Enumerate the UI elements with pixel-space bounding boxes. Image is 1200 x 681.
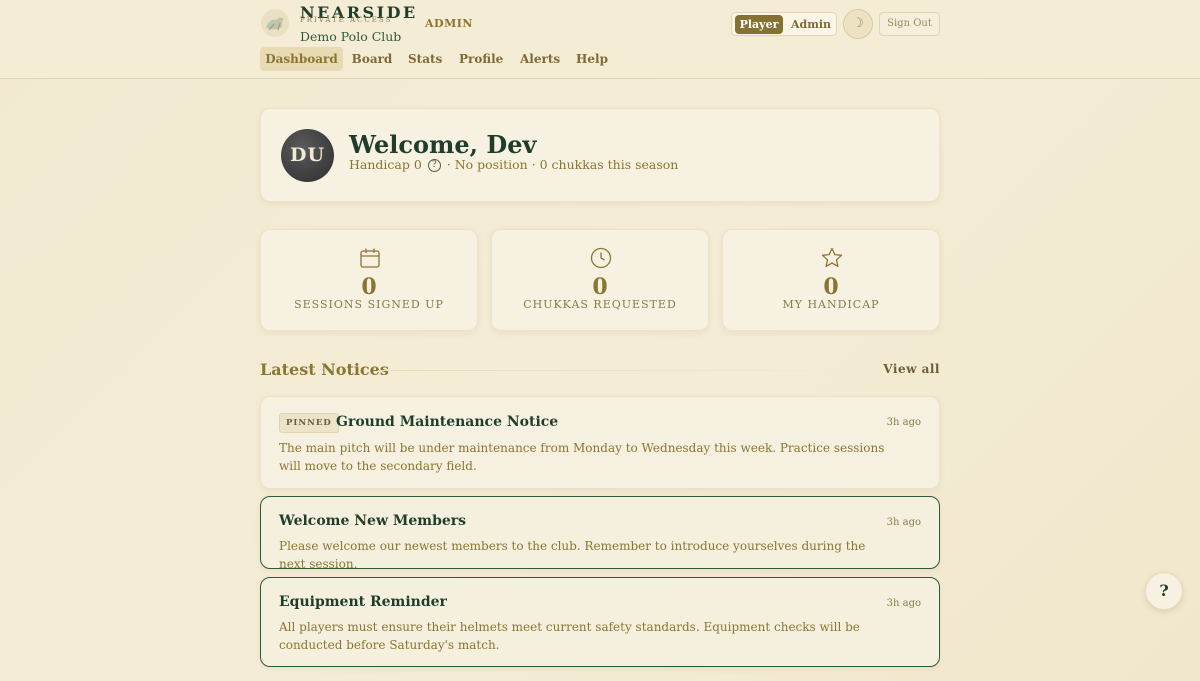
pinned-badge: PINNED <box>279 413 339 433</box>
nav-board[interactable]: Board <box>351 47 393 71</box>
nav-stats[interactable]: Stats <box>408 47 442 71</box>
welcome-card: DU Welcome, Dev Handicap 0 ? · No positi… <box>260 108 940 202</box>
stat-card-handicap[interactable]: 0 MY HANDICAP <box>722 229 940 331</box>
nav-alerts[interactable]: Alerts <box>520 47 560 71</box>
stat-label: MY HANDICAP <box>782 298 880 311</box>
moon-icon: ☽ <box>852 16 864 31</box>
avatar: DU <box>281 129 334 182</box>
star-icon <box>821 247 843 268</box>
view-all-link[interactable]: View all <box>880 362 940 376</box>
stat-value: 0 <box>592 274 608 300</box>
summary-rest: · No position · 0 chukkas this season <box>446 157 679 172</box>
handicap-help-icon[interactable]: ? <box>427 159 441 172</box>
theme-toggle-button[interactable]: ☽ <box>843 9 873 39</box>
brand-subtitle: PRIVATE ACCESS <box>300 16 393 24</box>
role-admin-button[interactable]: Admin <box>788 15 834 34</box>
handicap-text: Handicap 0 <box>349 157 422 172</box>
stat-label: CHUKKAS REQUESTED <box>523 298 677 311</box>
notice-time: 3h ago <box>886 598 921 609</box>
notice-body: Please welcome our newest members to the… <box>279 539 866 571</box>
nav-help[interactable]: Help <box>576 47 608 71</box>
stat-label: SESSIONS SIGNED UP <box>294 298 444 311</box>
question-icon: ? <box>1159 581 1169 600</box>
nav-dashboard[interactable]: Dashboard <box>260 47 343 71</box>
nav-profile[interactable]: Profile <box>459 47 503 71</box>
stat-value: 0 <box>361 274 377 300</box>
notice-title: Equipment Reminder <box>279 594 447 610</box>
help-fab-button[interactable]: ? <box>1145 572 1183 610</box>
calendar-icon <box>360 248 380 268</box>
section-divider <box>378 370 878 371</box>
role-toggle: Player Admin <box>731 12 837 36</box>
notice-time: 3h ago <box>886 417 921 428</box>
notice-time: 3h ago <box>886 517 921 528</box>
club-logo-icon <box>261 9 289 37</box>
notice-title: Ground Maintenance Notice <box>336 414 559 430</box>
notice-body: The main pitch will be under maintenance… <box>279 441 885 473</box>
role-player-button[interactable]: Player <box>735 15 783 34</box>
stat-value: 0 <box>823 274 839 300</box>
player-summary: Handicap 0 ? · No position · 0 chukkas t… <box>349 157 678 172</box>
notice-card[interactable]: Equipment Reminder 3h ago All players mu… <box>260 577 940 667</box>
notice-card[interactable]: Welcome New Members 3h ago Please welcom… <box>260 496 940 571</box>
notices-section-title: Latest Notices <box>260 360 389 379</box>
notice-card[interactable]: PINNED Ground Maintenance Notice 3h ago … <box>260 396 940 489</box>
notice-body: All players must ensure their helmets me… <box>279 620 860 652</box>
stat-card-chukkas[interactable]: 0 CHUKKAS REQUESTED <box>491 229 709 331</box>
admin-badge[interactable]: ADMIN <box>425 17 473 30</box>
stat-card-sessions[interactable]: 0 SESSIONS SIGNED UP <box>260 229 478 331</box>
sign-out-button[interactable]: Sign Out <box>879 12 940 36</box>
clock-icon <box>590 247 612 269</box>
club-name: Demo Polo Club <box>300 29 402 44</box>
top-header: NEARSIDE PRIVATE ACCESS Demo Polo Club A… <box>0 0 1200 79</box>
welcome-title: Welcome, Dev <box>349 130 537 159</box>
notice-title: Welcome New Members <box>279 513 467 529</box>
